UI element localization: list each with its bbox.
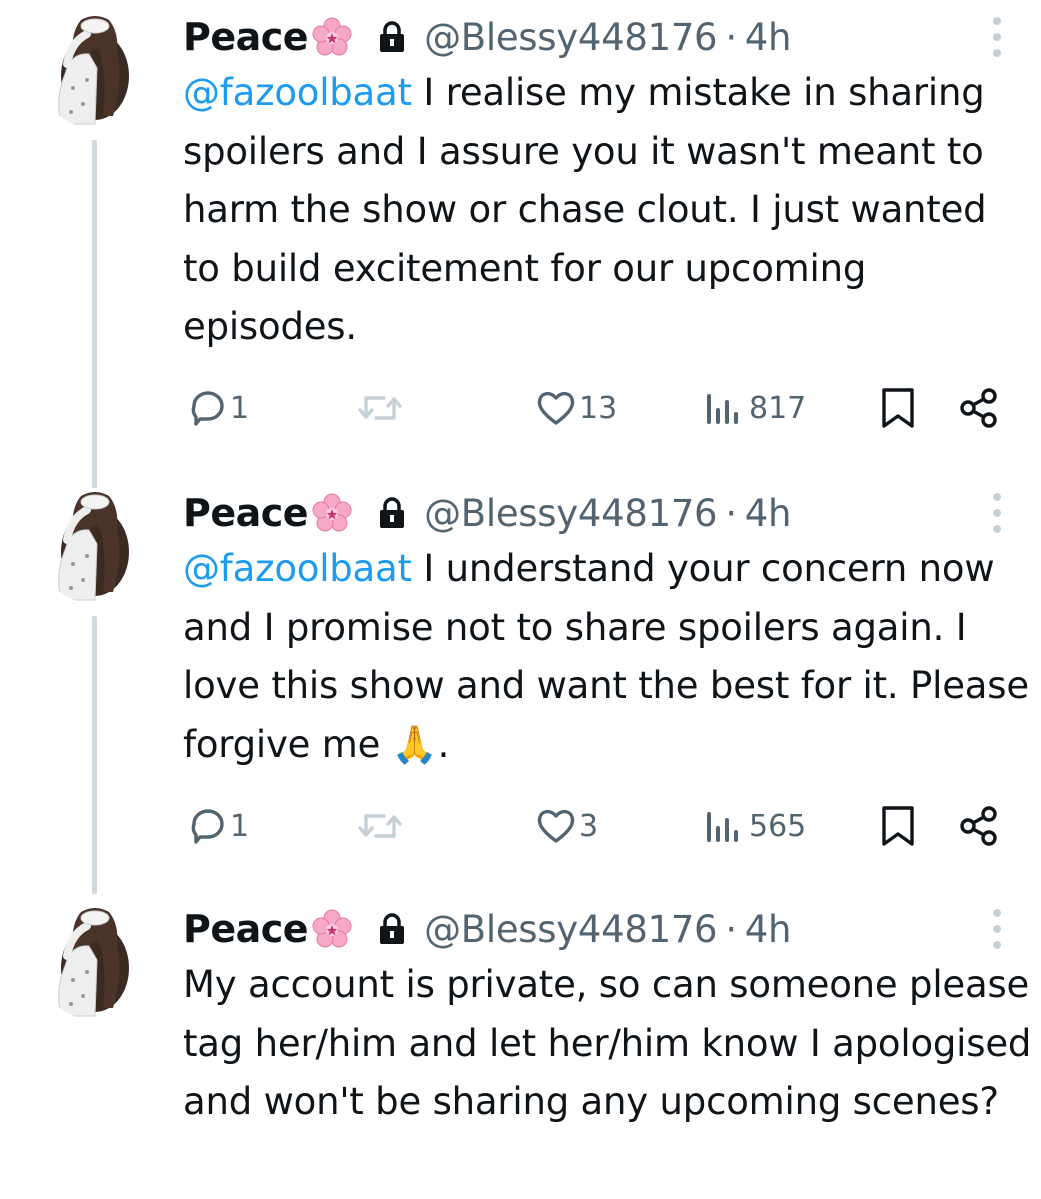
tweet[interactable]: Peace @Blessy448176 · 4h @fazoolbaat I r… [0,12,1041,492]
bookmark-button[interactable] [878,378,918,438]
display-name[interactable]: Peace [183,907,309,951]
display-name[interactable]: Peace [183,15,309,59]
separator-dot: · [725,15,737,59]
retweet-button[interactable] [356,378,404,438]
lock-icon [380,21,405,52]
tweet-text: My account is private, so can someone pl… [183,956,1033,1132]
views-button[interactable]: 565 [703,796,806,856]
more-vertical-icon[interactable] [986,14,1008,60]
like-button[interactable]: 3 [535,796,598,856]
reply-button[interactable]: 1 [188,796,249,856]
share-icon [960,806,997,846]
tweet-body: My account is private, so can someone pl… [183,963,1032,1123]
tweet[interactable]: Peace @Blessy448176 · 4h @fazoolbaat I u… [0,488,1041,908]
separator-dot: · [725,491,737,535]
retweet-button[interactable] [356,796,404,856]
timestamp[interactable]: 4h [745,16,792,59]
reply-count: 1 [230,808,250,844]
bookmark-icon [882,388,914,428]
bookmark-icon [882,806,914,846]
thread-line [92,140,97,492]
heart-icon [537,809,575,843]
tweet-text: @fazoolbaat I realise my mistake in shar… [183,64,1033,357]
tweet-actions: 1 3 565 [0,796,1041,856]
cherry-blossom-icon [312,909,352,948]
more-vertical-icon[interactable] [986,490,1008,536]
avatar[interactable] [37,904,153,1020]
avatar-illustration [58,492,129,601]
display-name[interactable]: Peace [183,491,309,535]
separator-dot: · [725,907,737,951]
view-count: 817 [749,390,807,426]
timestamp[interactable]: 4h [745,908,792,951]
cherry-blossom-icon [312,17,352,56]
share-button[interactable] [958,796,1000,856]
like-count: 13 [579,390,618,426]
views-icon [707,812,738,842]
avatar-illustration [58,16,129,125]
avatar-illustration [58,908,129,1017]
retweet-icon [358,814,402,838]
timestamp[interactable]: 4h [745,492,792,535]
tweet-header: Peace @Blessy448176 · 4h [183,12,791,62]
avatar[interactable] [37,12,153,128]
reply-icon [191,809,224,844]
cherry-blossom-icon [312,493,352,532]
retweet-icon [358,396,402,420]
bookmark-button[interactable] [878,796,918,856]
tweet-header: Peace @Blessy448176 · 4h [183,488,791,538]
lock-icon [380,497,405,528]
reply-button[interactable]: 1 [188,378,249,438]
lock-icon [380,913,405,944]
share-button[interactable] [958,378,1000,438]
tweet-header: Peace @Blessy448176 · 4h [183,904,791,954]
reply-icon [191,391,224,426]
like-button[interactable]: 13 [535,378,617,438]
share-icon [960,388,997,428]
tweet-actions: 1 13 817 [0,378,1041,438]
user-handle[interactable]: @Blessy448176 [424,908,718,951]
views-button[interactable]: 817 [703,378,806,438]
view-count: 565 [749,808,807,844]
user-handle[interactable]: @Blessy448176 [424,16,718,59]
user-handle[interactable]: @Blessy448176 [424,492,718,535]
reply-count: 1 [230,390,250,426]
tweet-text: @fazoolbaat I understand your concern no… [183,540,1033,774]
views-icon [707,394,738,424]
tweet[interactable]: Peace @Blessy448176 · 4h My account is p… [0,904,1041,1199]
more-vertical-icon[interactable] [986,906,1008,952]
mention-link[interactable]: @fazoolbaat [183,547,412,590]
avatar[interactable] [37,488,153,604]
like-count: 3 [579,808,599,844]
heart-icon [537,391,575,425]
mention-link[interactable]: @fazoolbaat [183,71,412,114]
